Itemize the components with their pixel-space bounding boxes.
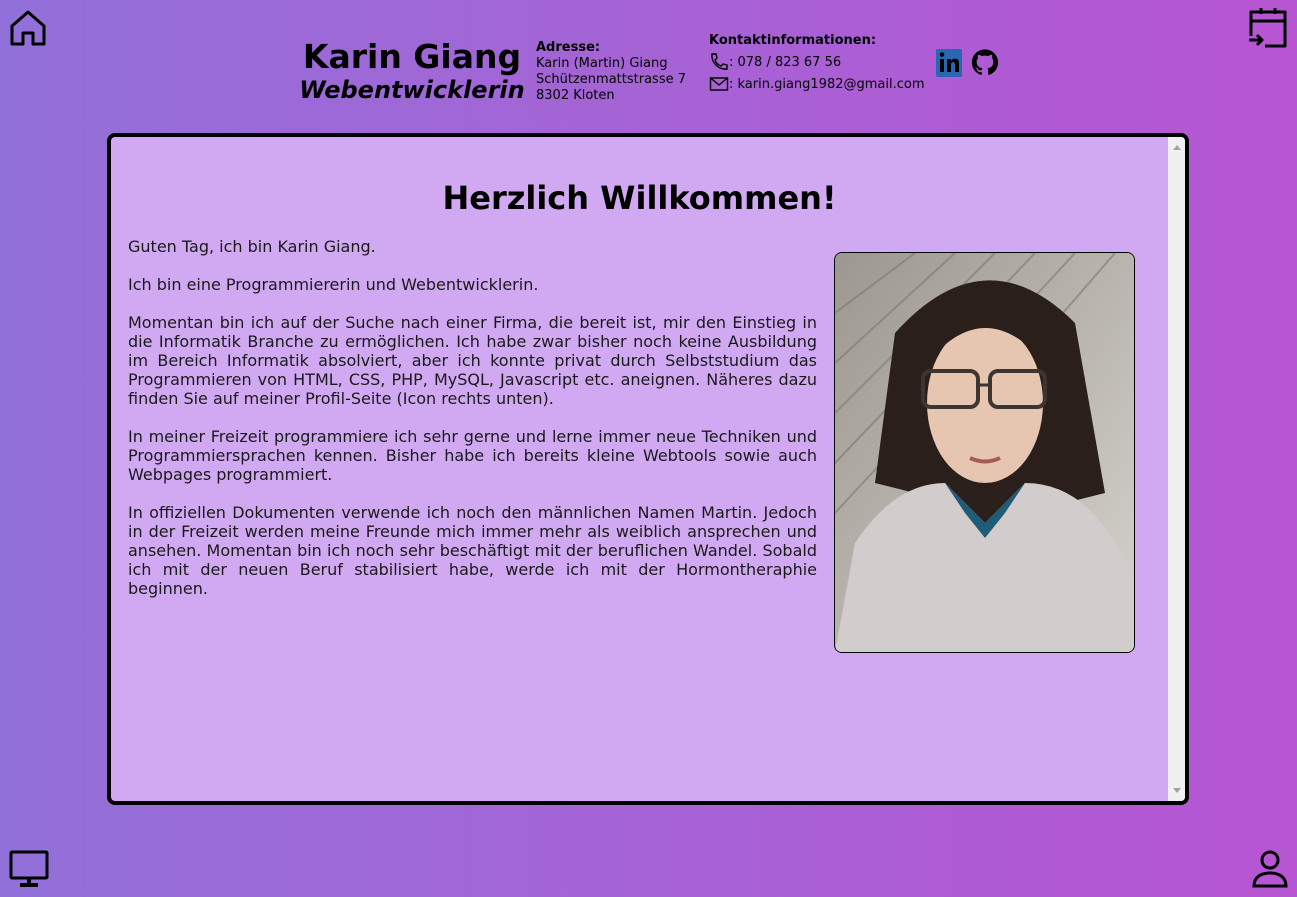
linkedin-icon[interactable] [935, 46, 963, 78]
paragraph: Momentan bin ich auf der Suche nach eine… [128, 313, 817, 408]
address-label: Adresse: [536, 40, 601, 55]
phone-row: : 078 / 823 67 56 [709, 53, 925, 71]
paragraph: In meiner Freizeit programmiere ich sehr… [128, 427, 817, 484]
address-line: 8302 Kloten [536, 88, 615, 103]
address-block: Adresse: Karin (Martin) Giang Schützenma… [536, 40, 686, 104]
contact-block: Kontaktinformationen: : 078 / 823 67 56 … [709, 33, 925, 93]
home-icon[interactable] [8, 8, 48, 48]
content-panel[interactable]: Herzlich Willkommen! Guten Tag, ich bin … [107, 133, 1189, 805]
email-row: : karin.giang1982@gmail.com [709, 75, 925, 93]
scrollbar[interactable] [1168, 137, 1185, 801]
social-links [935, 46, 999, 78]
paragraph: In offiziellen Dokumenten verwende ich n… [128, 503, 817, 598]
site-owner-name: Karin Giang [302, 37, 522, 76]
github-icon[interactable] [971, 46, 999, 78]
address-line: Schützenmattstrasse 7 [536, 72, 686, 87]
monitor-icon[interactable] [8, 849, 50, 889]
contact-label: Kontaktinformationen: [709, 33, 877, 48]
profile-photo [834, 252, 1135, 653]
scroll-up-arrow[interactable] [1173, 145, 1181, 150]
user-icon[interactable] [1251, 849, 1289, 889]
calendar-arrow-icon[interactable] [1247, 6, 1289, 50]
address-line: Karin (Martin) Giang [536, 56, 668, 71]
scroll-down-arrow[interactable] [1173, 788, 1181, 793]
paragraph: Ich bin eine Programmiererin und Webentw… [128, 275, 539, 294]
mail-icon [709, 75, 729, 93]
phone-icon [709, 53, 729, 71]
phone-number[interactable]: : 078 / 823 67 56 [729, 55, 841, 71]
email-address[interactable]: : karin.giang1982@gmail.com [729, 77, 925, 93]
paragraph: Guten Tag, ich bin Karin Giang. [128, 237, 376, 256]
page-title: Herzlich Willkommen! [442, 179, 837, 217]
site-owner-role: Webentwicklerin [299, 76, 525, 104]
intro-text: Guten Tag, ich bin Karin Giang. Ich bin … [128, 237, 817, 617]
name-block: Karin Giang Webentwicklerin [296, 37, 528, 105]
